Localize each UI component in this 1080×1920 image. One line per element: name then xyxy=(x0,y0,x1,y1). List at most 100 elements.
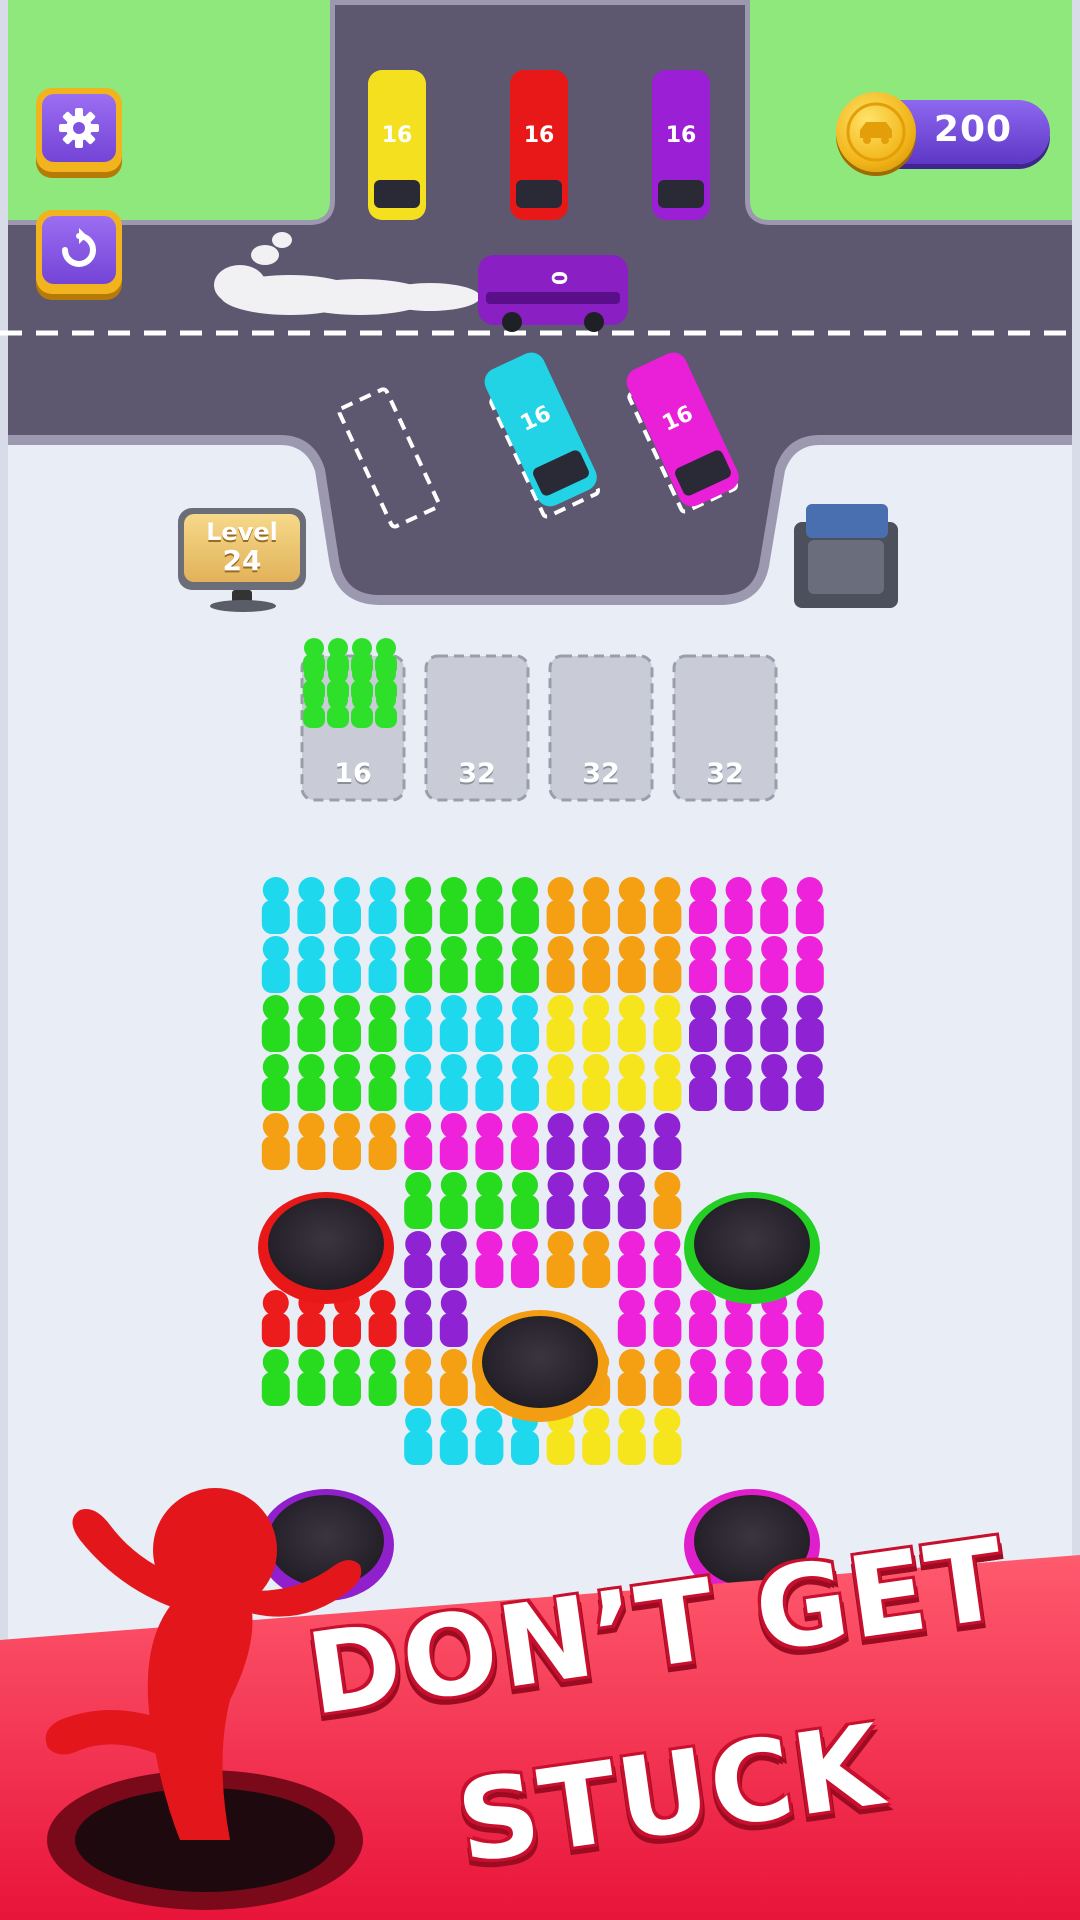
crowd-person xyxy=(617,877,646,934)
crowd-person xyxy=(582,1231,611,1288)
bus-red[interactable]: 16 xyxy=(510,70,568,220)
crowd-person xyxy=(439,936,468,993)
crowd-person xyxy=(439,995,468,1052)
crowd-person xyxy=(368,1290,397,1347)
crowd-person xyxy=(653,936,682,993)
crowd-person xyxy=(617,1172,646,1229)
crowd-person xyxy=(368,936,397,993)
crowd-person xyxy=(439,1290,468,1347)
crowd-person xyxy=(439,1054,468,1111)
bus-purple[interactable]: 16 xyxy=(652,70,710,220)
crowd-person xyxy=(404,1172,433,1229)
hole-red[interactable] xyxy=(258,1192,394,1304)
crowd-person xyxy=(760,995,789,1052)
crowd-person xyxy=(297,877,326,934)
coin-count: 200 xyxy=(933,109,1013,150)
slot-crowd-person xyxy=(303,690,325,728)
slot-crowd-person xyxy=(327,690,349,728)
crowd-person xyxy=(333,1113,361,1170)
crowd-person xyxy=(261,995,290,1052)
restart-button[interactable] xyxy=(36,210,122,294)
bus-count: 16 xyxy=(524,123,555,148)
crowd-person xyxy=(617,936,646,993)
bus-yellow[interactable]: 16 xyxy=(368,70,426,220)
crowd-person xyxy=(439,1349,468,1406)
crowd-person xyxy=(724,877,753,934)
parked-buses: 16 16 16 xyxy=(368,70,710,220)
crowd-person xyxy=(653,1349,682,1406)
crowd-person xyxy=(333,936,361,993)
queue-slot-label: 16 xyxy=(334,758,372,789)
crowd-person xyxy=(368,877,397,934)
crowd-person xyxy=(511,1054,539,1111)
crowd-person xyxy=(404,1054,433,1111)
crowd-person xyxy=(261,1290,290,1347)
bus-count: 16 xyxy=(382,123,413,148)
crowd-person xyxy=(261,877,290,934)
crowd-person xyxy=(760,936,789,993)
crowd-person xyxy=(760,1054,789,1111)
crowd-person xyxy=(546,995,575,1052)
crowd-person xyxy=(582,1172,611,1229)
crowd-person xyxy=(724,995,753,1052)
crowd-person xyxy=(333,1054,361,1111)
crowd-person xyxy=(404,877,433,934)
departing-bus: 0 xyxy=(478,255,628,332)
crowd-person xyxy=(689,936,717,993)
crowd-person xyxy=(617,1349,646,1406)
crowd-person xyxy=(404,936,433,993)
crowd-person xyxy=(404,1408,433,1465)
crowd-person xyxy=(689,1290,717,1347)
crowd-person xyxy=(475,1408,504,1465)
crowd-person xyxy=(617,1290,646,1347)
crowd-person xyxy=(404,995,433,1052)
crowd-person xyxy=(689,1054,717,1111)
crowd-person xyxy=(368,1054,397,1111)
crowd-person xyxy=(297,1054,326,1111)
crowd-person xyxy=(795,877,824,934)
crowd-person xyxy=(297,995,326,1052)
crowd-person xyxy=(475,936,504,993)
queue-slot-label: 32 xyxy=(458,758,496,789)
crowd-person xyxy=(795,1290,824,1347)
crowd-person xyxy=(724,1349,753,1406)
crowd-person xyxy=(546,1231,575,1288)
slot-crowd-person xyxy=(375,690,397,728)
crowd-person xyxy=(582,1054,611,1111)
crowd-person xyxy=(368,1113,397,1170)
crowd-person xyxy=(261,936,290,993)
crowd-person xyxy=(689,995,717,1052)
crowd-person xyxy=(795,995,824,1052)
crowd-person xyxy=(511,1113,539,1170)
crowd-person xyxy=(261,1349,290,1406)
coin-car-icon xyxy=(836,92,916,172)
queue-slot-label: 32 xyxy=(582,758,620,789)
crowd-person xyxy=(689,877,717,934)
crowd-person xyxy=(439,1172,468,1229)
hole-orange[interactable] xyxy=(472,1310,608,1422)
crowd-person xyxy=(475,1054,504,1111)
crowd-person xyxy=(546,1113,575,1170)
settings-button[interactable] xyxy=(36,88,122,172)
crowd-person xyxy=(404,1290,433,1347)
crowd-person xyxy=(546,877,575,934)
crowd-person xyxy=(653,995,682,1052)
crowd-person xyxy=(511,1172,539,1229)
bus-count: 16 xyxy=(666,123,697,148)
crowd-person xyxy=(617,1408,646,1465)
crowd-person xyxy=(653,1231,682,1288)
crowd-person xyxy=(582,1408,611,1465)
crowd-person xyxy=(439,1231,468,1288)
crowd-person xyxy=(653,877,682,934)
crowd-person xyxy=(333,1349,361,1406)
crowd-person xyxy=(404,1231,433,1288)
crowd-person xyxy=(795,936,824,993)
crowd-person xyxy=(546,1054,575,1111)
hole-green[interactable] xyxy=(684,1192,820,1304)
crowd-person xyxy=(546,936,575,993)
crowd-person xyxy=(724,936,753,993)
crowd-person xyxy=(689,1349,717,1406)
crowd-person xyxy=(404,1349,433,1406)
crowd-person xyxy=(475,1113,504,1170)
crowd-person xyxy=(475,1231,504,1288)
